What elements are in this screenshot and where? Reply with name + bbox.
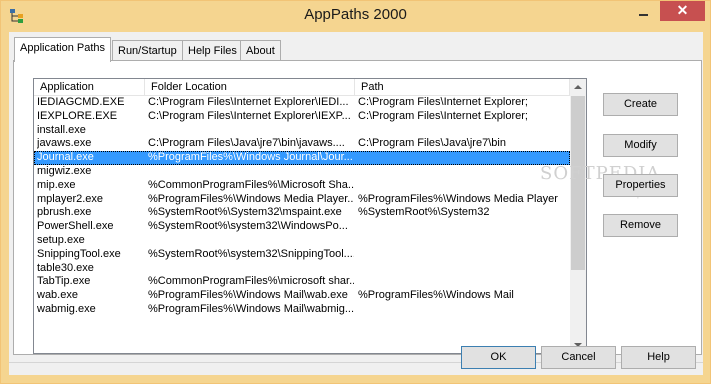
ok-button[interactable]: OK: [461, 346, 536, 369]
table-row[interactable]: migwiz.exe: [34, 165, 570, 179]
cancel-button[interactable]: Cancel: [541, 346, 616, 369]
application-list[interactable]: Application Folder Location Path IEDIAGC…: [33, 78, 587, 354]
cell-folder-location: %ProgramFiles%\Windows Mail\wab.exe: [148, 289, 348, 302]
cell-folder-location: %SystemRoot%\System32\mspaint.exe: [148, 206, 342, 219]
cell-folder-location: %ProgramFiles%\Windows Media Player...: [148, 192, 354, 205]
table-row[interactable]: wab.exe %ProgramFiles%\Windows Mail\wab.e…: [34, 289, 570, 303]
table-row[interactable]: mip.exe %CommonProgramFiles%\Microsoft Sh…: [34, 179, 570, 193]
cell-folder-location: %ProgramFiles%\Windows Mail\wabmig....: [148, 302, 354, 315]
tab-application-paths[interactable]: Application Paths: [14, 37, 111, 62]
help-button[interactable]: Help: [621, 346, 696, 369]
tab-help-files[interactable]: Help Files: [182, 40, 243, 60]
cell-application: setup.exe: [37, 233, 85, 246]
cell-folder-location: %CommonProgramFiles%\microsoft shar...: [148, 275, 354, 288]
cell-application: mip.exe: [37, 178, 76, 191]
cell-path: %ProgramFiles%\Windows Media Player: [358, 192, 558, 205]
cell-application: javaws.exe: [37, 137, 92, 150]
cell-path: %SystemRoot%\System32: [358, 206, 490, 219]
vertical-scrollbar[interactable]: [570, 79, 586, 353]
cell-folder-location: C:\Program Files\Internet Explorer\IEDI.…: [148, 96, 349, 108]
scroll-up-arrow-icon[interactable]: [570, 79, 586, 95]
close-button[interactable]: ✕: [660, 1, 705, 21]
tab-run-startup[interactable]: Run/Startup: [112, 40, 183, 60]
cell-application: Journal.exe: [37, 151, 94, 164]
table-row[interactable]: pbrush.exe %SystemRoot%\System32\mspaint.…: [34, 206, 570, 220]
cell-folder-location: %SystemRoot%\system32\WindowsPo...: [148, 220, 348, 233]
cell-path: %ProgramFiles%\Windows Mail: [358, 289, 514, 302]
cell-application: wabmig.exe: [37, 302, 96, 315]
cell-application: install.exe: [37, 123, 86, 136]
table-row[interactable]: IEDIAGCMD.EXE C:\Program Files\Internet E…: [34, 96, 570, 110]
table-row[interactable]: IEXPLORE.EXE C:\Program Files\Internet Ex…: [34, 110, 570, 124]
list-rows: IEDIAGCMD.EXE C:\Program Files\Internet E…: [34, 96, 570, 317]
cell-application: PowerShell.exe: [37, 220, 114, 233]
cell-application: TabTip.exe: [37, 275, 91, 288]
cell-folder-location: %CommonProgramFiles%\Microsoft Sha...: [148, 178, 354, 191]
table-row[interactable]: SnippingTool.exe %SystemRoot%\system32\Sn…: [34, 248, 570, 262]
cell-path: C:\Program Files\Java\jre7\bin: [358, 137, 506, 150]
cell-path: C:\Program Files\Internet Explorer;: [358, 109, 528, 122]
minimize-button[interactable]: [630, 2, 656, 22]
column-header-application[interactable]: Application: [34, 79, 145, 95]
tab-about[interactable]: About: [240, 40, 281, 60]
table-row[interactable]: mplayer2.exe %ProgramFiles%\Windows Media…: [34, 193, 570, 207]
app-window: AppPaths 2000 ✕ Application Paths Run/St…: [0, 0, 711, 384]
cell-folder-location: %SystemRoot%\system32\SnippingTool....: [148, 247, 354, 260]
table-row[interactable]: javaws.exe C:\Program Files\Java\jre7\bin…: [34, 137, 570, 151]
table-row[interactable]: table30.exe: [34, 262, 570, 276]
cell-application: SnippingTool.exe: [37, 247, 121, 260]
modify-button[interactable]: Modify: [603, 134, 678, 157]
table-row[interactable]: Journal.exe %ProgramFiles%\Windows Journa…: [34, 151, 570, 165]
remove-button[interactable]: Remove: [603, 214, 678, 237]
table-row[interactable]: setup.exe: [34, 234, 570, 248]
cell-folder-location: C:\Program Files\Internet Explorer\IEXP.…: [148, 109, 351, 122]
create-button[interactable]: Create: [603, 93, 678, 116]
properties-button[interactable]: Properties: [603, 174, 678, 197]
cell-application: pbrush.exe: [37, 206, 92, 219]
cell-folder-location: %ProgramFiles%\Windows Journal\Jour...: [148, 151, 353, 164]
table-row[interactable]: install.exe: [34, 124, 570, 138]
column-header-folder-location[interactable]: Folder Location: [145, 79, 355, 95]
cell-application: wab.exe: [37, 289, 78, 302]
column-header-path[interactable]: Path: [355, 79, 570, 95]
table-row[interactable]: PowerShell.exe %SystemRoot%\system32\Wind…: [34, 220, 570, 234]
cell-path: C:\Program Files\Internet Explorer;: [358, 96, 528, 108]
cell-application: mplayer2.exe: [37, 192, 104, 205]
window-title: AppPaths 2000: [304, 6, 407, 23]
cell-application: table30.exe: [37, 261, 94, 274]
title-bar[interactable]: AppPaths 2000 ✕: [1, 1, 710, 31]
cell-application: migwiz.exe: [37, 164, 92, 177]
cell-application: IEDIAGCMD.EXE: [37, 96, 125, 108]
cell-application: IEXPLORE.EXE: [37, 109, 118, 122]
list-header: Application Folder Location Path: [34, 79, 570, 96]
table-row[interactable]: TabTip.exe %CommonProgramFiles%\microsoft…: [34, 275, 570, 289]
cell-folder-location: C:\Program Files\Java\jre7\bin\javaws...…: [148, 137, 345, 150]
dialog-client-area: Application Paths Run/Startup Help Files…: [9, 32, 703, 375]
table-row[interactable]: wabmig.exe %ProgramFiles%\Windows Mail\wa…: [34, 303, 570, 317]
